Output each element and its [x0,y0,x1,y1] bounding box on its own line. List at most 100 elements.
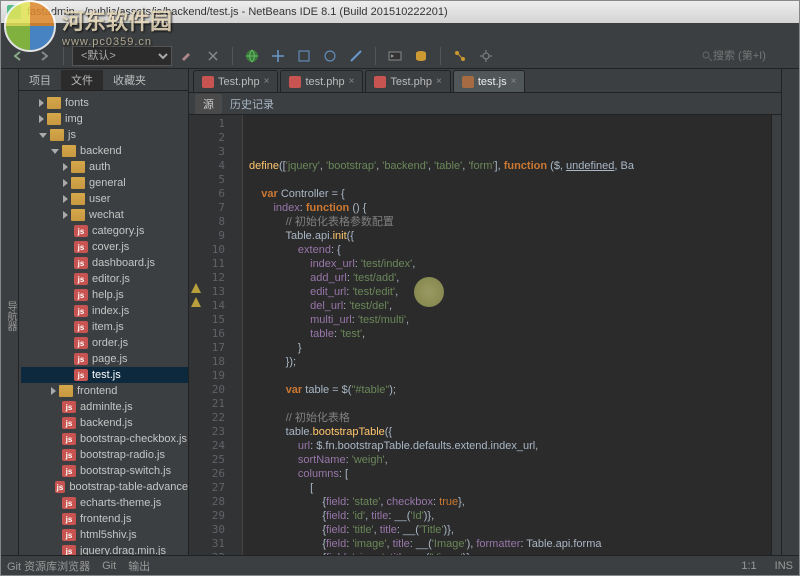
file-tree[interactable]: fontsimgjsbackendauthgeneraluserwechatjs… [19,91,188,555]
tree-item-auth[interactable]: auth [21,159,188,175]
tree-item-test-js[interactable]: jstest.js [21,367,188,383]
code-line[interactable]: } [249,341,771,355]
tree-item-label: backend.js [80,417,133,429]
code-line[interactable]: Table.api.init({ [249,229,771,243]
code-line[interactable]: table.bootstrapTable({ [249,425,771,439]
connect-icon[interactable] [449,45,471,67]
tree-item-backend[interactable]: backend [21,143,188,159]
code-line[interactable] [249,397,771,411]
tool-icon-4[interactable] [345,45,367,67]
code-line[interactable]: var Controller = { [249,187,771,201]
hammer-icon[interactable] [176,45,198,67]
code-line[interactable]: {field: 'title', title: __('Title')}, [249,523,771,537]
editor-tab-Test-php[interactable]: Test.php× [365,70,450,92]
code-line[interactable] [249,173,771,187]
tree-item-page-js[interactable]: jspage.js [21,351,188,367]
tree-item-wechat[interactable]: wechat [21,207,188,223]
code-line[interactable]: [ [249,481,771,495]
fold-gutter[interactable] [231,115,243,555]
code-line[interactable]: edit_url: 'test/edit', [249,285,771,299]
tree-item-cover-js[interactable]: jscover.js [21,239,188,255]
editor-tab-Test-php[interactable]: Test.php× [193,70,278,92]
tree-item-bootstrap-radio-js[interactable]: jsbootstrap-radio.js [21,447,188,463]
tree-item-editor-js[interactable]: jseditor.js [21,271,188,287]
code-line[interactable]: extend: { [249,243,771,257]
code-editor[interactable]: define(['jquery', 'bootstrap', 'backend'… [243,115,771,555]
toolbar-search[interactable] [701,50,793,62]
tool-icon-1[interactable] [267,45,289,67]
terminal-icon[interactable] [384,45,406,67]
config-select[interactable]: <默认> [72,46,172,66]
clean-icon[interactable] [202,45,224,67]
code-line[interactable]: {field: 'state', checkbox: true}, [249,495,771,509]
tree-item-index-js[interactable]: jsindex.js [21,303,188,319]
tree-item-bootstrap-table-advance[interactable]: jsbootstrap-table-advance [21,479,188,495]
tree-item-order-js[interactable]: jsorder.js [21,335,188,351]
tree-item-bootstrap-switch-js[interactable]: jsbootstrap-switch.js [21,463,188,479]
code-line[interactable]: {field: 'image', title: __('Image'), for… [249,537,771,551]
code-line[interactable]: table: 'test', [249,327,771,341]
tree-item-item-js[interactable]: jsitem.js [21,319,188,335]
close-icon[interactable]: × [436,76,442,87]
tree-item-jquery-drag-min-js[interactable]: jsjquery.drag.min.js [21,543,188,555]
editor-tab-test-php[interactable]: test.php× [280,70,363,92]
db-icon[interactable] [410,45,432,67]
sidebar-tab-files[interactable]: 文件 [61,70,103,90]
tree-item-general[interactable]: general [21,175,188,191]
gear-icon[interactable] [475,45,497,67]
tree-item-user[interactable]: user [21,191,188,207]
close-icon[interactable]: × [264,76,270,87]
code-line[interactable]: add_url: 'test/add', [249,271,771,285]
tree-item-help-js[interactable]: jshelp.js [21,287,188,303]
code-line[interactable]: index_url: 'test/index', [249,257,771,271]
code-line[interactable]: // 初始化表格参数配置 [249,215,771,229]
status-git[interactable]: Git [102,560,116,572]
warning-icon[interactable] [191,283,201,293]
code-line[interactable]: url: $.fn.bootstrapTable.defaults.extend… [249,439,771,453]
folder-icon [71,177,85,189]
warning-icon[interactable] [191,297,201,307]
code-line[interactable]: columns: [ [249,467,771,481]
forward-button[interactable] [33,45,55,67]
close-icon[interactable]: × [511,76,517,87]
tree-item-echarts-theme-js[interactable]: jsecharts-theme.js [21,495,188,511]
tree-item-dashboard-js[interactable]: jsdashboard.js [21,255,188,271]
code-line[interactable]: {field: 'id', title: __('Id')}, [249,509,771,523]
code-line[interactable]: // 初始化表格 [249,411,771,425]
editor-tab-test-js[interactable]: test.js× [453,70,526,92]
left-gutter-navigator[interactable]: 导航器 [1,69,19,555]
tree-item-category-js[interactable]: jscategory.js [21,223,188,239]
sidebar-tab-favorites[interactable]: 收藏夹 [103,70,156,90]
code-line[interactable] [249,369,771,383]
tree-item-frontend[interactable]: frontend [21,383,188,399]
sidebar-tab-projects[interactable]: 项目 [19,70,61,90]
tool-icon-3[interactable] [319,45,341,67]
status-output[interactable]: 输出 [128,558,150,574]
tree-item-backend-js[interactable]: jsbackend.js [21,415,188,431]
tree-item-html5shiv-js[interactable]: jshtml5shiv.js [21,527,188,543]
search-icon [701,50,713,62]
search-input[interactable] [713,50,793,62]
back-button[interactable] [7,45,29,67]
code-line[interactable]: multi_url: 'test/multi', [249,313,771,327]
tree-item-frontend-js[interactable]: jsfrontend.js [21,511,188,527]
tree-item-adminlte-js[interactable]: jsadminlte.js [21,399,188,415]
tree-item-js[interactable]: js [21,127,188,143]
code-line[interactable]: del_url: 'test/del', [249,299,771,313]
status-git-repo[interactable]: Git 资源库浏览器 [7,558,90,574]
close-icon[interactable]: × [349,76,355,87]
code-line[interactable]: define(['jquery', 'bootstrap', 'backend'… [249,159,771,173]
tree-item-bootstrap-checkbox-js[interactable]: jsbootstrap-checkbox.js [21,431,188,447]
code-line[interactable]: }); [249,355,771,369]
code-line[interactable]: var table = $("#table"); [249,383,771,397]
code-line[interactable]: sortName: 'weigh', [249,453,771,467]
history-button[interactable]: 历史记录 [230,96,274,112]
tool-icon-2[interactable] [293,45,315,67]
globe-icon[interactable] [241,45,263,67]
tree-item-img[interactable]: img [21,111,188,127]
code-line[interactable]: index: function () { [249,201,771,215]
tree-item-fonts[interactable]: fonts [21,95,188,111]
minimap[interactable] [771,115,781,555]
source-button[interactable]: 源 [195,94,222,114]
code-line[interactable]: {field: 'views', title: __('Views')}, [249,551,771,555]
